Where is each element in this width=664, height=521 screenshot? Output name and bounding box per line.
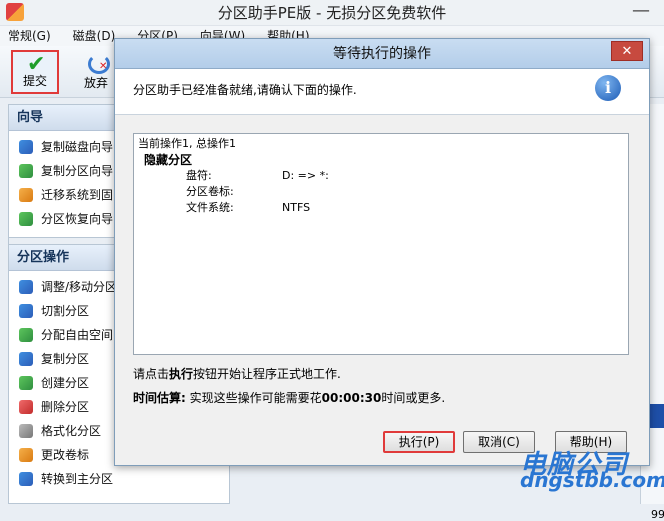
delete-icon — [19, 400, 33, 414]
hint-bold: 执行 — [169, 367, 194, 381]
sidebar-item-label: 转换到主分区 — [41, 472, 114, 486]
ops-summary: 当前操作1, 总操作1 — [138, 137, 236, 150]
split-icon — [19, 304, 33, 318]
estimate-prefix: 实现这些操作可能需要花 — [185, 391, 322, 405]
estimate-label: 时间估算: — [133, 391, 186, 405]
sidebar-item-label: 分配自由空间 — [41, 328, 114, 342]
resize-icon — [19, 280, 33, 294]
execute-hint: 请点击执行按钮开始让程序正式地工作. — [133, 365, 341, 382]
ops-drive-value: D: => *: — [282, 169, 329, 182]
dialog-message: 分区助手已经准备就绪,请确认下面的操作. — [133, 83, 357, 97]
ops-fs-label: 文件系统: — [186, 201, 234, 214]
convert-icon — [19, 472, 33, 486]
app-title: 分区助手PE版 - 无损分区免费软件 — [217, 4, 447, 22]
copy-partition-icon — [19, 164, 33, 178]
sidebar-item-label: 更改卷标 — [41, 448, 90, 462]
dialog-banner: 分区助手已经准备就绪,请确认下面的操作. i — [115, 69, 649, 115]
sidebar-item-label: 切割分区 — [41, 304, 90, 318]
migrate-icon — [19, 188, 33, 202]
discard-button[interactable]: 放弃 — [72, 50, 120, 94]
sidebar-item-label: 创建分区 — [41, 376, 90, 390]
commit-label: 提交 — [22, 74, 47, 88]
ops-drive-row: 盘符: D: => *: — [138, 168, 624, 184]
label-icon — [19, 448, 33, 462]
allocate-icon — [19, 328, 33, 342]
operations-list[interactable]: 当前操作1, 总操作1 隐藏分区 盘符: D: => *: 分区卷标: 文件系统… — [133, 133, 629, 355]
ops-fs-row: 文件系统: NTFS — [138, 200, 624, 216]
commit-button[interactable]: ✔ 提交 — [11, 50, 59, 94]
copy-disk-icon — [19, 140, 33, 154]
sidebar-item-label: 复制分区向导 — [41, 164, 114, 178]
hint-suffix: 按钮开始让程序正式地工作. — [193, 367, 341, 381]
format-icon — [19, 424, 33, 438]
disk-size-text: 99 — [651, 508, 664, 521]
sidebar-item-label: 分区恢复向导 — [41, 212, 114, 226]
ops-volume-row: 分区卷标: — [138, 184, 624, 200]
time-estimate: 时间估算: 实现这些操作可能需要花00:00:30时间或更多. — [133, 389, 445, 406]
sidebar-item-label: 删除分区 — [41, 400, 90, 414]
discard-label: 放弃 — [83, 76, 108, 90]
menu-general[interactable]: 常规(G) — [8, 26, 51, 46]
app-title-bar: 分区助手PE版 - 无损分区免费软件 — — [0, 0, 664, 26]
sidebar-item-convert-primary[interactable]: 转换到主分区 — [9, 467, 229, 491]
ops-operation: 隐藏分区 — [144, 153, 193, 167]
pending-operations-dialog: 等待执行的操作 ✕ 分区助手已经准备就绪,请确认下面的操作. i 当前操作1, … — [114, 38, 650, 466]
estimate-time: 00:00:30 — [321, 391, 382, 405]
minimize-icon[interactable]: — — [632, 0, 650, 22]
ops-volume-label: 分区卷标: — [186, 185, 234, 198]
ops-fs-value: NTFS — [282, 201, 311, 214]
hint-prefix: 请点击 — [133, 367, 170, 381]
close-icon[interactable]: ✕ — [611, 41, 643, 61]
sidebar-item-label: 调整/移动分区 — [41, 280, 118, 294]
info-icon: i — [595, 75, 621, 101]
sidebar-item-label: 迁移系统到固 — [41, 188, 114, 202]
sidebar-item-label: 复制分区 — [41, 352, 90, 366]
menu-disk[interactable]: 磁盘(D) — [73, 26, 116, 46]
ops-drive-label: 盘符: — [186, 169, 212, 182]
copy-icon — [19, 352, 33, 366]
undo-icon — [88, 54, 110, 74]
estimate-suffix: 时间或更多. — [381, 391, 446, 405]
execute-button[interactable]: 执行(P) — [383, 431, 455, 453]
sidebar-item-label: 格式化分区 — [41, 424, 102, 438]
dialog-title: 等待执行的操作 — [115, 39, 649, 69]
recovery-icon — [19, 212, 33, 226]
app-logo-icon — [6, 3, 24, 21]
create-icon — [19, 376, 33, 390]
watermark-url: dngstbb.com — [520, 468, 664, 492]
sidebar-item-label: 复制磁盘向导 — [41, 140, 114, 154]
